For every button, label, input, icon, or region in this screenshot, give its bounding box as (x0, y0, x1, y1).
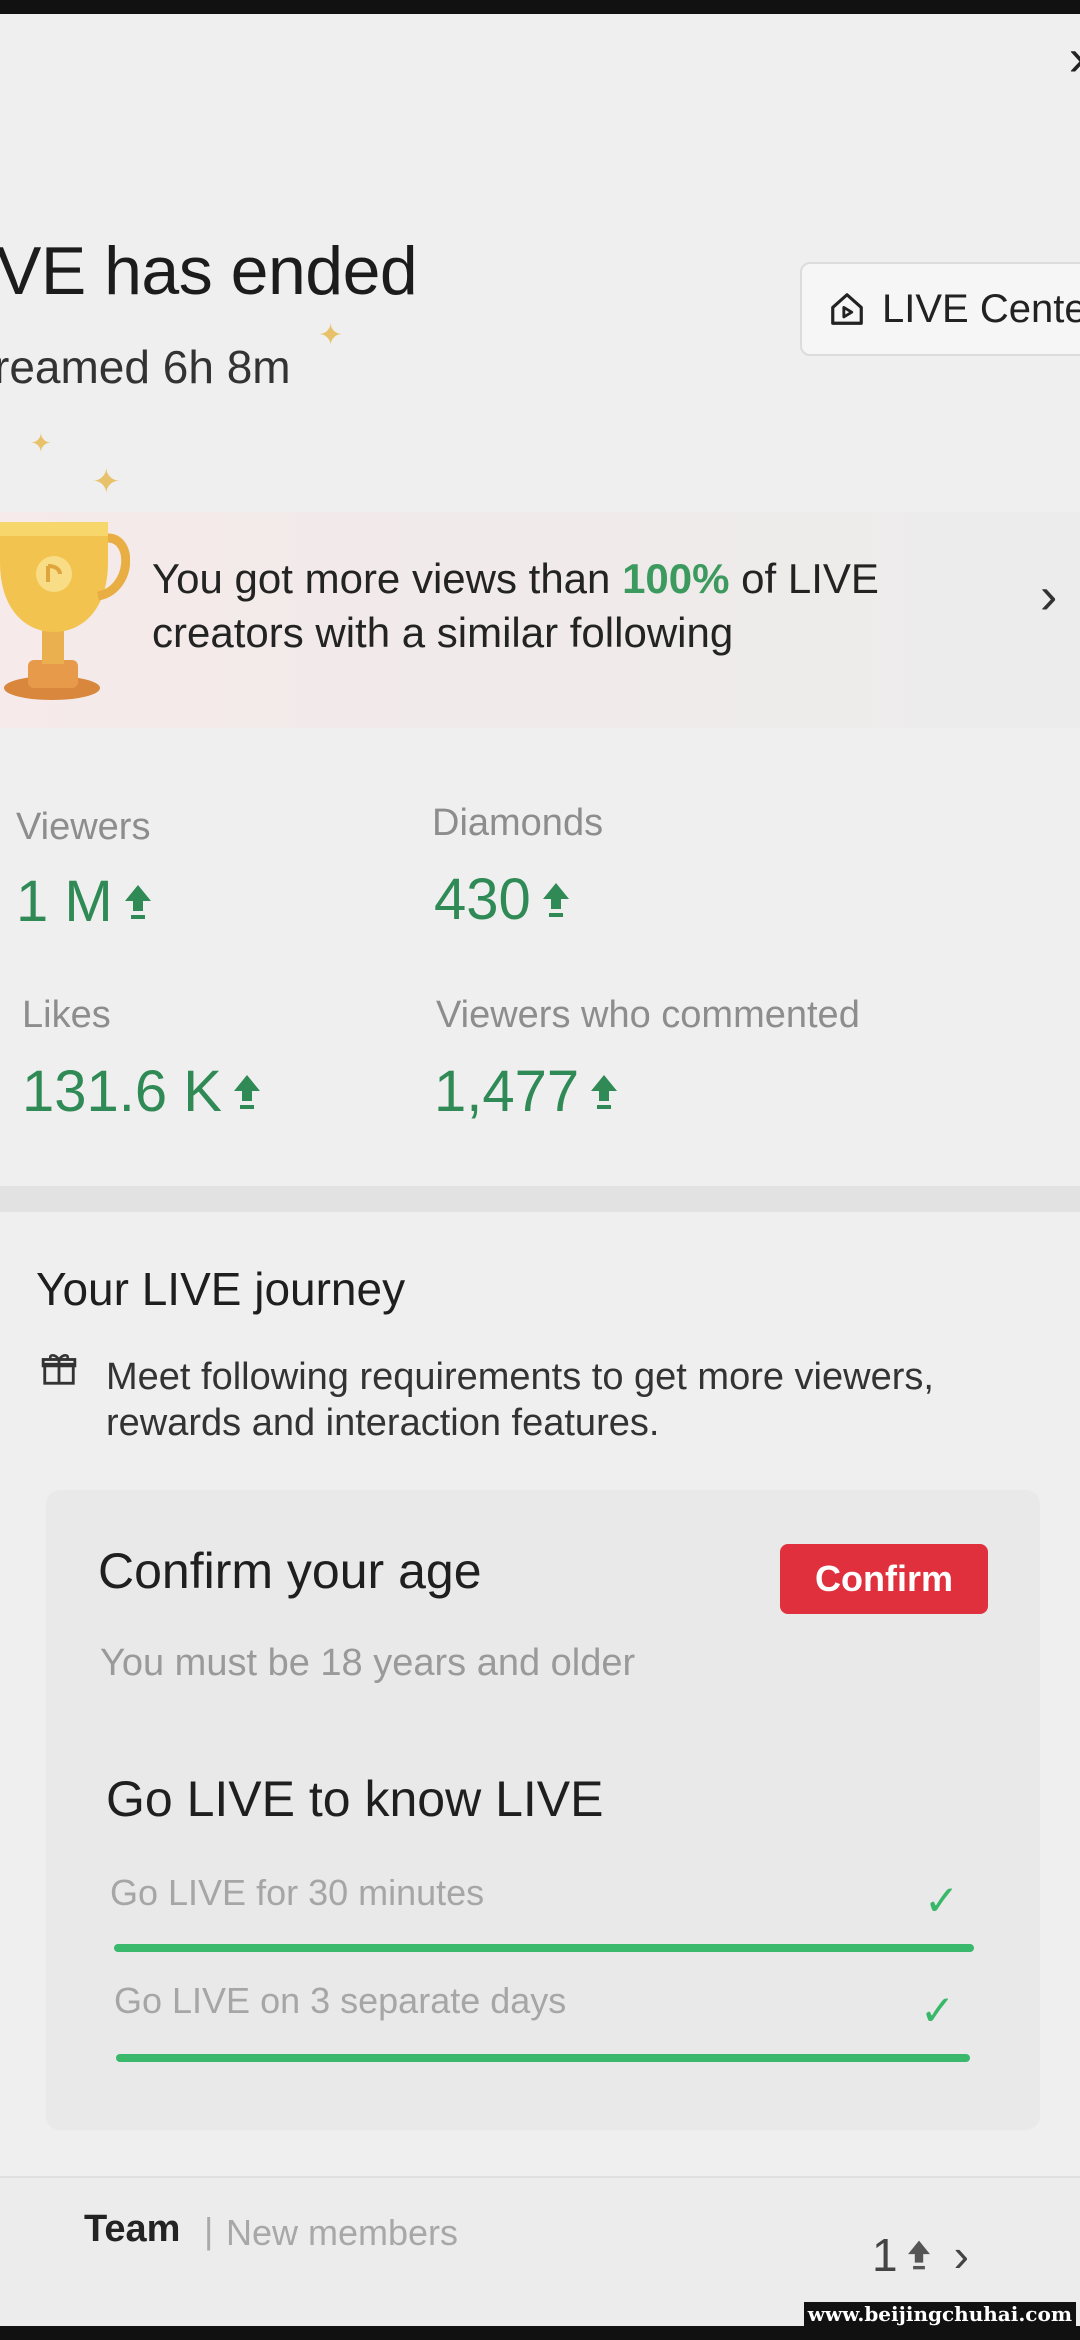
views-percentile: 100% (622, 555, 730, 602)
stat-value-commented: 1,477 (434, 1058, 619, 1125)
requirement-progress (114, 1944, 974, 1952)
journey-title: Your LIVE journey (36, 1263, 406, 1315)
sparkle-icon: ✦ (30, 428, 52, 458)
confirm-age-title: Confirm your age (98, 1543, 482, 1599)
stream-duration: reamed 6h 8m (0, 341, 291, 393)
chevron-right-icon[interactable]: › (1040, 566, 1057, 626)
bottom-strip (0, 2326, 1080, 2340)
arrow-up-icon (233, 1074, 260, 1109)
page-title: VE has ended (0, 233, 418, 309)
stat-label-viewers: Viewers (16, 806, 151, 848)
live-center-label: LIVE Cente (882, 286, 1080, 331)
gift-icon (41, 1354, 77, 1385)
team-sublabel: New members (226, 2212, 459, 2253)
sparkle-icon: ✦ (318, 319, 344, 352)
progress-fill (116, 2054, 970, 2062)
requirement-label: Go LIVE on 3 separate days (114, 1980, 567, 2021)
stat-label-commented: Viewers who commented (436, 994, 860, 1036)
team-separator: | (204, 2210, 214, 2251)
stat-value-likes: 131.6 K (22, 1058, 262, 1125)
house-icon (831, 293, 863, 325)
team-label: Team (84, 2208, 181, 2250)
trophy-icon (0, 522, 130, 700)
journey-description: Meet following requirements to get more … (106, 1356, 934, 1444)
stat-value-viewers: 1 M (16, 868, 153, 935)
arrow-up-icon (591, 1074, 618, 1109)
confirm-button[interactable]: Confirm (780, 1544, 988, 1614)
section-divider (0, 1186, 1080, 1212)
checkmark-icon: ✓ (920, 1987, 956, 2034)
stat-value-diamonds: 430 (434, 866, 571, 933)
requirement-progress (116, 2054, 970, 2062)
progress-fill (114, 1944, 974, 1952)
arrow-up-icon (124, 884, 151, 919)
banner-text: You got more views than 100% of LIVE cre… (152, 555, 879, 656)
team-count: 1 › (872, 2228, 969, 2282)
watermark: www.beijingchuhai.com (803, 2302, 1076, 2326)
arrow-up-icon (542, 882, 569, 917)
go-live-goal-title: Go LIVE to know LIVE (106, 1771, 604, 1827)
requirement-label: Go LIVE for 30 minutes (110, 1872, 485, 1913)
checkmark-icon: ✓ (924, 1877, 960, 1924)
chevron-right-icon[interactable]: › (954, 2228, 969, 2282)
confirm-age-subtitle: You must be 18 years and older (100, 1642, 636, 1684)
stat-label-diamonds: Diamonds (432, 802, 604, 844)
arrow-up-icon (907, 2240, 930, 2270)
stat-label-likes: Likes (22, 994, 111, 1036)
status-strip (0, 0, 1080, 14)
close-icon[interactable]: › (1069, 28, 1080, 88)
live-center-button[interactable]: LIVE Cente (800, 262, 1080, 356)
